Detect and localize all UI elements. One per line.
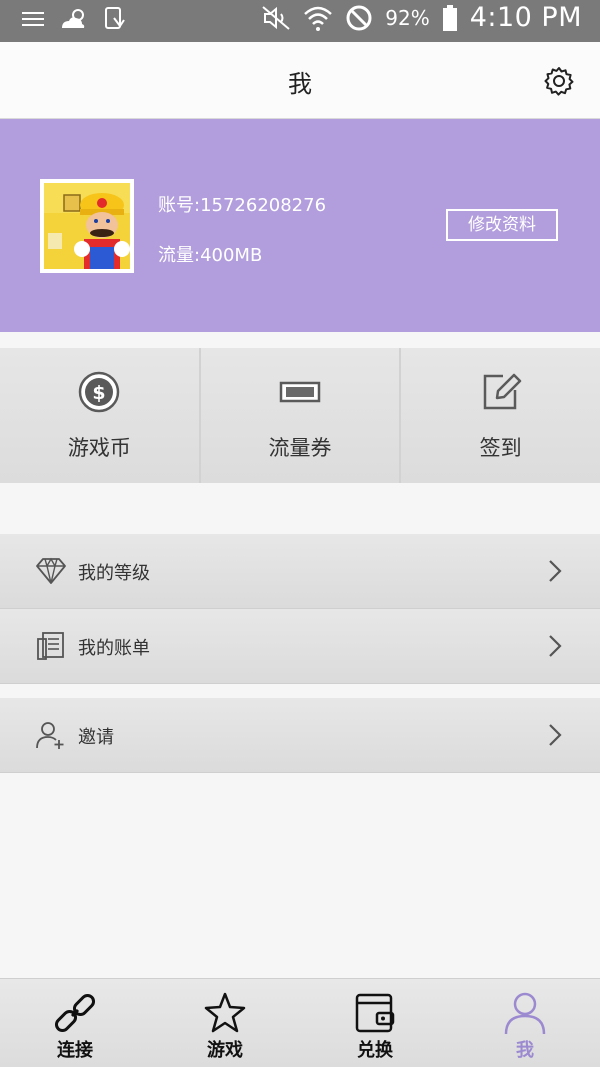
quick-action-traffic-voucher[interactable]: 流量券 [200,348,402,483]
chevron-right-icon [549,635,562,657]
status-bar-right: 92% 4:10 PM [261,2,582,33]
quick-action-label: 游戏币 [67,436,131,460]
svg-text:$: $ [93,382,106,404]
menu-item-label: 邀请 [78,727,114,748]
no-sim-icon [346,5,372,30]
chevron-right-icon [549,560,562,582]
quick-action-checkin[interactable]: 签到 [401,348,600,483]
diamond-icon [36,557,66,584]
quick-actions: $ 游戏币 流量券 签到 [0,348,600,483]
page-title: 我 [288,70,312,98]
nav-tab-games[interactable]: 游戏 [150,979,300,1067]
nav-tab-label: 兑换 [357,1040,393,1061]
battery-percent: 92% [385,5,430,30]
nav-tab-label: 游戏 [207,1040,243,1061]
wallet-icon [355,993,395,1033]
star-icon [204,992,246,1033]
battery-icon [442,4,457,31]
nav-tab-connect[interactable]: 连接 [0,979,150,1067]
menu-item-level[interactable]: 我的等级 [0,534,600,609]
nav-tab-exchange[interactable]: 兑换 [300,979,450,1067]
traffic-balance: 流量:400MB [158,245,263,266]
nav-tab-label: 我 [516,1040,534,1061]
bottom-nav: 连接 游戏 兑换 我 [0,978,600,1067]
weather-icon [62,9,85,28]
download-icon [105,7,125,29]
profile-card: 账号:15726208276 流量:400MB 修改资料 [0,119,600,332]
nav-tab-me[interactable]: 我 [450,979,600,1067]
ticket-icon [279,381,321,403]
edit-profile-button[interactable]: 修改资料 [446,209,558,241]
menu-item-bill[interactable]: 我的账单 [0,609,600,684]
menu-item-label: 我的等级 [78,563,150,584]
link-icon [54,993,96,1033]
status-bar: 92% 4:10 PM [0,0,600,42]
mute-icon [262,5,290,30]
quick-action-label: 签到 [479,436,522,460]
coin-icon: $ [79,371,120,413]
nav-tab-label: 连接 [57,1040,93,1061]
profile-page: 92% 4:10 PM 我 账号:15726208276 流量:400MB 修改… [0,0,600,1067]
menu-item-invite[interactable]: 邀请 [0,698,600,773]
status-clock: 4:10 PM [469,2,582,33]
edit-icon [483,373,521,410]
account-number: 账号:15726208276 [158,195,327,216]
chevron-right-icon [549,724,562,746]
app-header: 我 [0,42,600,119]
user-icon [504,992,546,1035]
menu-icon [22,12,44,26]
wifi-icon [304,6,333,31]
avatar-image [44,183,130,269]
gear-icon[interactable] [544,66,574,96]
menu-item-label: 我的账单 [78,638,150,659]
avatar[interactable] [40,179,134,273]
quick-action-label: 流量券 [268,436,332,460]
status-bar-left [22,6,126,32]
quick-action-coins[interactable]: $ 游戏币 [0,348,201,483]
add-user-icon [36,722,64,749]
bill-icon [37,632,64,660]
